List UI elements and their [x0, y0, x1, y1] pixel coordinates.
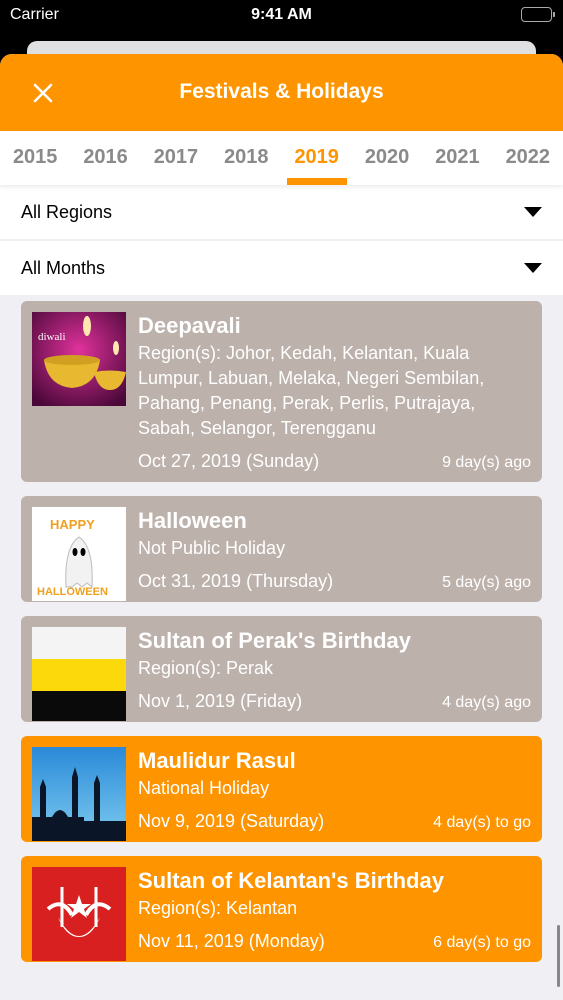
scrollbar[interactable]	[557, 925, 560, 987]
battery-icon	[521, 7, 555, 22]
holiday-relative-time: 5 day(s) ago	[442, 574, 531, 591]
tab-year-2020[interactable]: 2020	[352, 131, 422, 185]
tab-year-2016[interactable]: 2016	[70, 131, 140, 185]
holiday-name: Maulidur Rasul	[138, 748, 296, 773]
tab-year-2022[interactable]: 2022	[493, 131, 563, 185]
clock: 9:41 AM	[251, 6, 312, 23]
diwali-lamp-image: diwali	[32, 312, 126, 406]
chevron-down-icon	[524, 207, 542, 217]
holiday-date: Nov 9, 2019 (Saturday)	[138, 811, 325, 831]
svg-text:HALLOWEEN: HALLOWEEN	[37, 586, 108, 598]
holiday-region: Region(s): Kelantan	[138, 898, 298, 918]
region-dropdown-value: All Regions	[21, 202, 113, 222]
month-dropdown[interactable]: All Months	[0, 241, 563, 295]
holiday-region: National Holiday	[138, 778, 270, 798]
holiday-relative-time: 6 day(s) to go	[433, 934, 531, 951]
holiday-name: Deepavali	[138, 313, 241, 338]
mosque-silhouette-image	[32, 747, 126, 841]
holiday-date: Oct 31, 2019 (Thursday)	[138, 571, 334, 591]
perak-flag-image	[32, 627, 126, 721]
halloween-ghost-image: HAPPY HALLOWEEN	[32, 507, 126, 601]
nav-bar: Festivals & Holidays	[0, 54, 563, 131]
page-title: Festivals & Holidays	[179, 80, 384, 103]
tab-year-2019[interactable]: 2019	[282, 131, 352, 185]
holiday-card[interactable]: HAPPY HALLOWEEN Halloween Not Public Hol…	[21, 496, 542, 602]
tab-year-2017[interactable]: 2017	[141, 131, 211, 185]
holiday-region: Region(s): Johor, Kedah, Kelantan, Kuala…	[138, 343, 485, 438]
holiday-card[interactable]: Sultan of Perak's Birthday Region(s): Pe…	[21, 616, 542, 722]
svg-text:diwali: diwali	[38, 331, 66, 343]
holiday-region: Not Public Holiday	[138, 538, 286, 558]
year-tabs: 2015 2016 2017 2018 2019 2020 2021 2022	[0, 131, 563, 185]
tab-year-2021[interactable]: 2021	[422, 131, 492, 185]
tab-year-2018[interactable]: 2018	[211, 131, 281, 185]
holiday-date: Nov 11, 2019 (Monday)	[138, 931, 325, 951]
month-dropdown-value: All Months	[21, 258, 106, 278]
holiday-region: Region(s): Perak	[138, 658, 274, 678]
holiday-card[interactable]: Sultan of Kelantan's Birthday Region(s):…	[21, 856, 542, 962]
holiday-relative-time: 4 day(s) ago	[442, 694, 531, 711]
holiday-relative-time: 4 day(s) to go	[433, 814, 531, 831]
holiday-list: diwali Deepavali Region(s): Johor, Kedah…	[0, 295, 563, 962]
holiday-date: Oct 27, 2019 (Sunday)	[138, 451, 320, 471]
region-dropdown[interactable]: All Regions	[0, 185, 563, 239]
svg-text:HAPPY: HAPPY	[50, 517, 95, 532]
holiday-name: Halloween	[138, 508, 247, 533]
holiday-name: Sultan of Kelantan's Birthday	[138, 868, 444, 893]
holiday-card[interactable]: Maulidur Rasul National Holiday Nov 9, 2…	[21, 736, 542, 842]
status-bar: Carrier 9:41 AM	[0, 0, 563, 30]
holiday-name: Sultan of Perak's Birthday	[138, 628, 411, 653]
chevron-down-icon	[524, 263, 542, 273]
kelantan-flag-image	[32, 867, 126, 961]
modal-sheet: Festivals & Holidays 2015 2016 2017 2018…	[0, 54, 563, 1000]
holiday-relative-time: 9 day(s) ago	[442, 454, 531, 471]
holiday-date: Nov 1, 2019 (Friday)	[138, 691, 303, 711]
holiday-card[interactable]: diwali Deepavali Region(s): Johor, Kedah…	[21, 301, 542, 482]
tab-year-2015[interactable]: 2015	[0, 131, 70, 185]
